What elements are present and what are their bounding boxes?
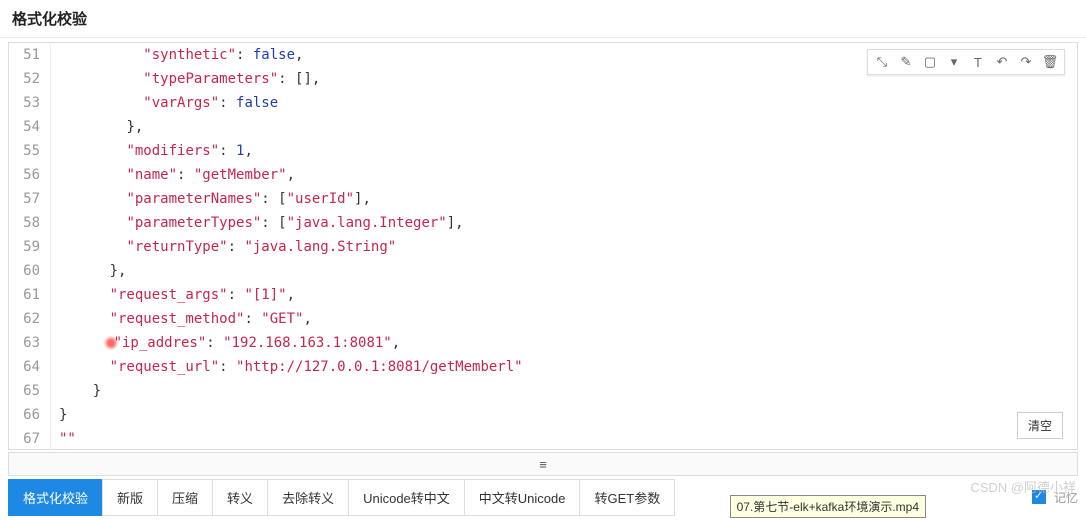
code-line[interactable]: "synthetic": false, bbox=[59, 43, 1077, 67]
action-button[interactable]: 转GET参数 bbox=[579, 479, 675, 516]
editor-container: ⤡ ✎ ▢ ▾ T ↶ ↷ 🗑 515253545556575859606162… bbox=[8, 42, 1078, 450]
line-number: 58 bbox=[9, 211, 40, 235]
line-number: 67 bbox=[9, 427, 40, 449]
code-line[interactable]: "typeParameters": [], bbox=[59, 67, 1077, 91]
line-number: 53 bbox=[9, 91, 40, 115]
line-number: 55 bbox=[9, 139, 40, 163]
line-number: 52 bbox=[9, 67, 40, 91]
code-line[interactable]: "request_url": "http://127.0.0.1:8081/ge… bbox=[59, 355, 1077, 379]
line-number: 66 bbox=[9, 403, 40, 427]
collapse-bar[interactable]: ≡ bbox=[8, 452, 1078, 476]
code-line[interactable]: "name": "getMember", bbox=[59, 163, 1077, 187]
line-number: 51 bbox=[9, 43, 40, 67]
remember-label: 记忆 bbox=[1054, 489, 1078, 506]
code-line[interactable]: "request_args": "[1]", bbox=[59, 283, 1077, 307]
line-number: 64 bbox=[9, 355, 40, 379]
line-number: 60 bbox=[9, 259, 40, 283]
action-button[interactable]: 转义 bbox=[212, 479, 268, 516]
clear-button[interactable]: 清空 bbox=[1017, 412, 1063, 439]
remember-checkbox[interactable] bbox=[1032, 490, 1046, 504]
code-line[interactable]: }, bbox=[59, 259, 1077, 283]
action-button[interactable]: 中文转Unicode bbox=[464, 479, 581, 516]
code-line[interactable]: "parameterTypes": ["java.lang.Integer"], bbox=[59, 211, 1077, 235]
line-number: 59 bbox=[9, 235, 40, 259]
line-number: 62 bbox=[9, 307, 40, 331]
action-button[interactable]: 去除转义 bbox=[267, 479, 349, 516]
code-line[interactable]: "request_method": "GET", bbox=[59, 307, 1077, 331]
line-number: 61 bbox=[9, 283, 40, 307]
code-line[interactable]: } bbox=[59, 403, 1077, 427]
code-line[interactable]: } bbox=[59, 379, 1077, 403]
code-editor[interactable]: 5152535455565758596061626364656667 "synt… bbox=[9, 43, 1077, 449]
line-number: 54 bbox=[9, 115, 40, 139]
line-number: 57 bbox=[9, 187, 40, 211]
code-line[interactable]: "returnType": "java.lang.String" bbox=[59, 235, 1077, 259]
code-line[interactable]: "" bbox=[59, 427, 1077, 449]
action-button[interactable]: 新版 bbox=[102, 479, 158, 516]
line-number: 65 bbox=[9, 379, 40, 403]
code-line[interactable]: "varArgs": false bbox=[59, 91, 1077, 115]
file-tooltip: 07.第七节-elk+kafka环境演示.mp4 bbox=[730, 495, 926, 518]
extra-controls: 记忆 bbox=[1032, 489, 1078, 506]
code-line[interactable]: "parameterNames": ["userId"], bbox=[59, 187, 1077, 211]
page-title: 格式化校验 bbox=[0, 0, 1086, 38]
line-number: 63 bbox=[9, 331, 40, 355]
line-number: 56 bbox=[9, 163, 40, 187]
code-line[interactable]: }, bbox=[59, 115, 1077, 139]
action-button[interactable]: 格式化校验 bbox=[8, 479, 103, 516]
code-line[interactable]: "ip_addres": "192.168.163.1:8081", bbox=[59, 331, 1077, 355]
code-content[interactable]: "synthetic": false, "typeParameters": []… bbox=[51, 43, 1077, 449]
action-button[interactable]: 压缩 bbox=[157, 479, 213, 516]
line-gutter: 5152535455565758596061626364656667 bbox=[9, 43, 51, 449]
action-button[interactable]: Unicode转中文 bbox=[348, 479, 465, 516]
code-line[interactable]: "modifiers": 1, bbox=[59, 139, 1077, 163]
